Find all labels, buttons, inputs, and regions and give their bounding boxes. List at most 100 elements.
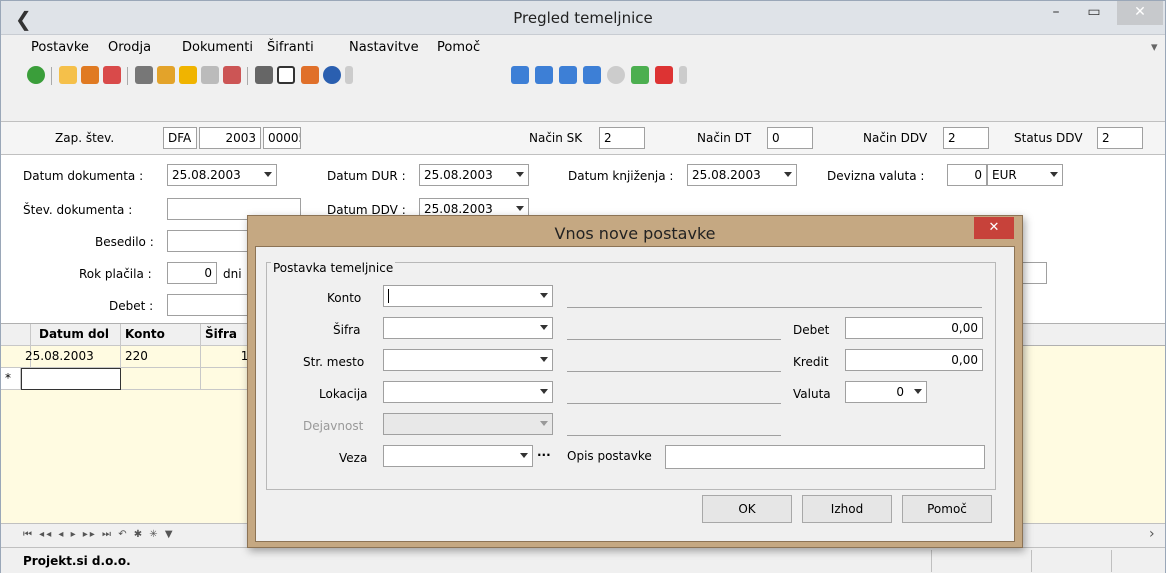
chevron-down-icon [520,453,528,458]
col-datum[interactable]: Datum dol [31,324,121,346]
devizna-valuta-amount[interactable]: 0 [947,164,987,186]
zap-stev-vrsta[interactable]: DFA [163,127,197,149]
zap-stev-stevilka[interactable]: 00005 [263,127,301,149]
chevron-down-icon [540,325,548,330]
datum-dur-field[interactable]: 25.08.2003 [419,164,529,186]
copy-icon[interactable] [201,66,219,84]
valuta-combo[interactable]: 0 [845,381,927,403]
cell-konto-new[interactable] [121,368,201,390]
new-row-marker: * [1,368,21,390]
menu-postavke[interactable]: Postavke [31,40,89,55]
besedilo-field[interactable] [167,230,257,252]
puzzle-icon[interactable] [81,66,99,84]
kredit-field[interactable]: 0,00 [845,349,983,371]
sifra-combo[interactable] [383,317,553,339]
status-divider [931,550,932,572]
lokacija-description-line [567,403,781,404]
menu-dokumenti[interactable]: Dokumenti [182,40,253,55]
veza-combo[interactable] [383,445,533,467]
menu-overflow-icon[interactable]: ▾ [1151,40,1158,55]
new-entry-dialog: Vnos nove postavke ✕ Postavka temeljnice… [247,215,1023,548]
cell-datum-new[interactable] [21,368,121,390]
rok-placila-field[interactable]: 0 [167,262,217,284]
zap-stev-leto[interactable]: 2003 [199,127,261,149]
datum-dur-label: Datum DUR : [327,169,406,183]
str-mesto-combo[interactable] [383,349,553,371]
veza-more-button[interactable]: ··· [537,448,551,462]
cell-konto[interactable]: 220 [121,346,201,368]
window-icon[interactable] [277,66,295,84]
kredit-label: Kredit [793,355,829,369]
exit-icon[interactable] [301,66,319,84]
group-label: Postavka temeljnice [271,261,396,275]
bulb-icon[interactable] [59,66,77,84]
chevron-down-icon [540,357,548,362]
nacin-ddv-field[interactable]: 2 [943,127,989,149]
konto-combo[interactable] [383,285,553,307]
menu-pomoc[interactable]: Pomoč [437,40,480,55]
confirm-icon[interactable] [631,66,649,84]
dialog-close-button[interactable]: ✕ [974,217,1014,239]
nacin-dt-field[interactable]: 0 [767,127,813,149]
refresh-icon[interactable] [27,66,45,84]
minimize-button[interactable]: – [1041,1,1071,25]
pencil-icon[interactable] [179,66,197,84]
dialog-body: Postavka temeljnice Konto Šifra Str. mes… [255,246,1015,542]
company-name: Projekt.si d.o.o. [23,554,131,568]
dejavnost-description-line [567,435,781,436]
debet-field[interactable] [167,294,257,316]
rok-placila-label: Rok plačila : [79,267,152,281]
opis-postavke-label: Opis postavke [567,449,652,463]
datum-ddv-value: 25.08.2003 [424,202,493,216]
dejavnost-combo [383,413,553,435]
datum-dokumenta-label: Datum dokumenta : [23,169,144,183]
next-record-icon[interactable] [559,66,577,84]
izhod-button[interactable]: Izhod [802,495,892,523]
help-icon[interactable] [323,66,341,84]
calendar-icon[interactable] [223,66,241,84]
cancel-icon[interactable] [655,66,673,84]
eraser-icon[interactable] [103,66,121,84]
datum-knjizenja-field[interactable]: 25.08.2003 [687,164,797,186]
devizna-valuta-currency[interactable]: EUR [987,164,1063,186]
insert-record-icon[interactable] [607,66,625,84]
scroll-right-icon[interactable]: › [1149,526,1155,542]
rok-placila-unit: dni [223,267,242,281]
lokacija-combo[interactable] [383,381,553,403]
toolbar-overflow-icon[interactable] [345,66,353,84]
maximize-button[interactable]: ▭ [1079,1,1109,25]
print-icon[interactable] [255,66,273,84]
datum-dur-value: 25.08.2003 [424,168,493,182]
valuta-label: Valuta [793,387,831,401]
separator [247,67,248,85]
toolbar-nav [511,61,741,89]
title-bar: ❮ Pregled temeljnice – ▭ ✕ [1,1,1165,35]
last-record-icon[interactable] [583,66,601,84]
toolbar-overflow-icon[interactable] [679,66,687,84]
navigator-buttons[interactable]: ⏮ ◂◂ ◂ ▸ ▸▸ ⏭ ↶ ✱ ✳ ▼ [23,529,175,540]
col-konto[interactable]: Konto [121,324,201,346]
menu-sifranti[interactable]: Šifranti [267,40,314,55]
chevron-down-icon [914,389,922,394]
menu-bar: Postavke Orodja Dokumenti Šifranti Nasta… [1,35,1165,59]
postavka-group: Postavka temeljnice Konto Šifra Str. mes… [266,261,996,490]
menu-nastavitve[interactable]: Nastavitve [349,40,419,55]
opis-postavke-field[interactable] [665,445,985,469]
ok-button[interactable]: OK [702,495,792,523]
dejavnost-label: Dejavnost [303,419,364,433]
debet-label: Debet : [109,299,154,313]
document-header: Zap. štev. DFA 2003 00005 Način SK 2 Nač… [1,121,1165,155]
close-button[interactable]: ✕ [1117,1,1163,25]
prev-record-icon[interactable] [535,66,553,84]
lock-icon[interactable] [157,66,175,84]
debet-field[interactable]: 0,00 [845,317,983,339]
pomoc-button[interactable]: Pomoč [902,495,992,523]
datum-dokumenta-field[interactable]: 25.08.2003 [167,164,277,186]
cell-datum[interactable]: 25.08.2003 [21,346,121,368]
menu-orodja[interactable]: Orodja [108,40,151,55]
zap-stev-label: Zap. štev. [55,131,115,145]
status-ddv-field[interactable]: 2 [1097,127,1143,149]
first-record-icon[interactable] [511,66,529,84]
calculator-icon[interactable] [135,66,153,84]
nacin-sk-field[interactable]: 2 [599,127,645,149]
